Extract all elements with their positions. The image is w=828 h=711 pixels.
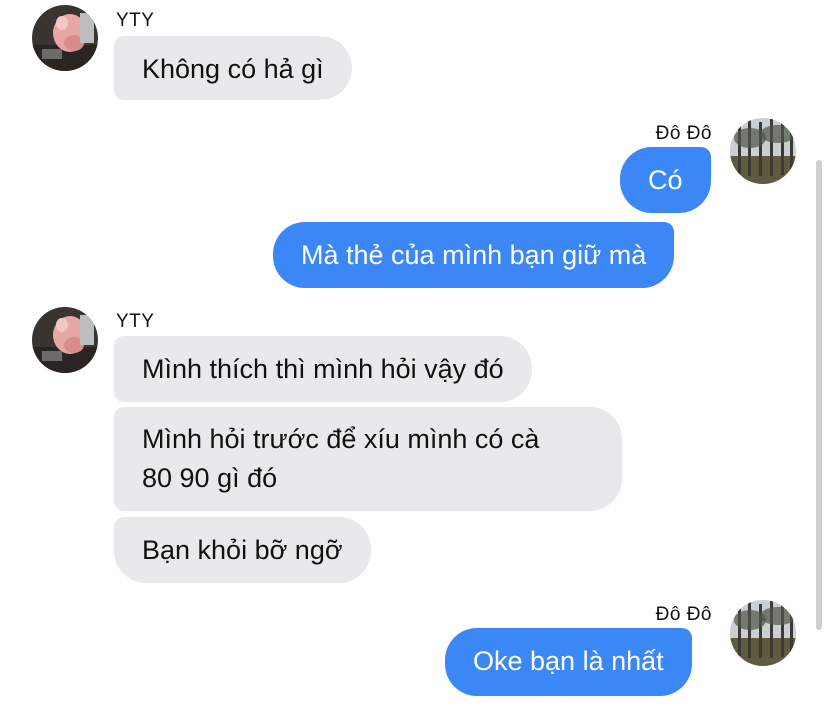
message-text-line: Mình hỏi trước để xíu mình có cà (142, 424, 540, 454)
message-text: Có (648, 165, 683, 195)
message-text: Mà thẻ của mình bạn giữ mà (301, 240, 647, 270)
sender-name-dodo: Đô Đô (655, 604, 712, 625)
message-bubble-incoming[interactable]: Bạn khỏi bỡ ngỡ (114, 517, 371, 583)
message-text-line: 80 90 gì đó (142, 463, 278, 493)
chat-thread[interactable]: YTY Không có hả gì Đô Đô Có Mà thẻ của m… (0, 0, 828, 711)
sender-name-yty: YTY (116, 10, 155, 31)
message-text: Không có hả gì (142, 54, 324, 84)
message-bubble-outgoing[interactable]: Có (620, 147, 711, 213)
message-bubble-incoming[interactable]: Không có hả gì (114, 36, 352, 100)
yty-avatar[interactable] (32, 307, 98, 373)
message-bubble-incoming[interactable]: Mình hỏi trước để xíu mình có cà 80 90 g… (114, 407, 622, 511)
scrollbar[interactable] (816, 160, 822, 630)
sender-name-yty: YTY (116, 311, 155, 332)
message-bubble-outgoing[interactable]: Mà thẻ của mình bạn giữ mà (273, 222, 675, 288)
message-bubble-outgoing[interactable]: Oke bạn là nhất (445, 628, 692, 696)
dodo-avatar[interactable] (730, 600, 796, 666)
message-bubble-incoming[interactable]: Mình thích thì mình hỏi vậy đó (114, 336, 532, 402)
yty-avatar[interactable] (32, 5, 98, 71)
dodo-avatar[interactable] (730, 118, 796, 184)
message-text: Oke bạn là nhất (473, 646, 664, 676)
message-text: Bạn khỏi bỡ ngỡ (142, 535, 343, 565)
sender-name-dodo: Đô Đô (655, 123, 712, 144)
message-text: Mình thích thì mình hỏi vậy đó (142, 354, 504, 384)
